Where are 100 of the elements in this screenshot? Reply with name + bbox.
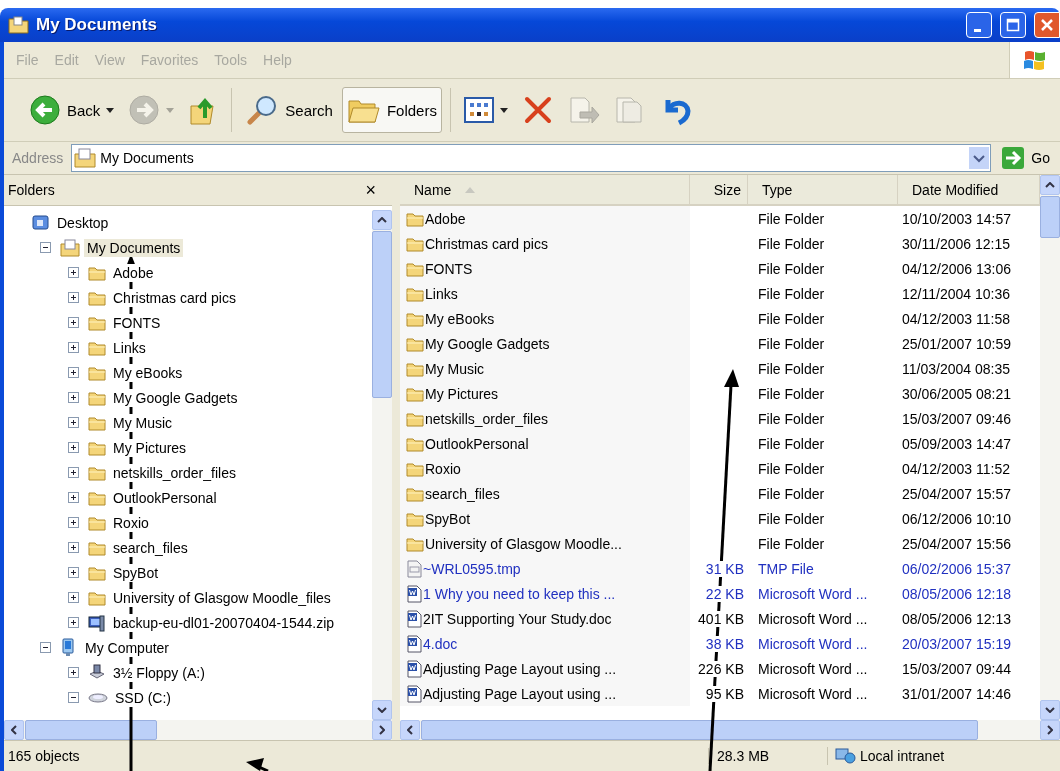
- word-document-icon: [406, 609, 422, 628]
- column-header[interactable]: Size: [690, 175, 748, 204]
- scroll-left-icon[interactable]: [407, 725, 413, 735]
- move-to-folder-icon: [567, 94, 600, 126]
- total-size: 28.3 MB: [708, 748, 827, 764]
- date-modified: 30/06/2005 08:21: [902, 385, 1011, 402]
- scroll-up-icon[interactable]: [377, 217, 387, 223]
- scroll-thumb[interactable]: [421, 720, 978, 740]
- date-modified: 20/03/2007 15:19: [902, 635, 1011, 652]
- date-modified: 08/05/2006 12:18: [902, 585, 1011, 602]
- expand-icon[interactable]: [67, 317, 79, 328]
- expand-icon[interactable]: [67, 517, 79, 528]
- scroll-thumb[interactable]: [25, 720, 157, 740]
- file-name[interactable]: FONTS: [425, 260, 473, 277]
- scroll-down-icon[interactable]: [377, 707, 387, 713]
- minimize-button[interactable]: [966, 12, 992, 38]
- folder-icon: [406, 485, 424, 502]
- desktop-icon: [32, 213, 50, 232]
- expand-icon[interactable]: [67, 267, 79, 278]
- scroll-thumb[interactable]: [372, 231, 392, 398]
- address-label: Address: [11, 150, 65, 166]
- folder-icon: [406, 435, 424, 452]
- file-type: File Folder: [758, 435, 825, 452]
- address-field[interactable]: My Documents: [71, 144, 992, 172]
- file-name[interactable]: 4.doc: [423, 635, 458, 652]
- file-type: File Folder: [758, 485, 825, 502]
- scroll-thumb[interactable]: [1040, 196, 1060, 238]
- folders-button[interactable]: Folders: [341, 87, 442, 133]
- tree-item[interactable]: SpyBot: [110, 563, 162, 582]
- expand-icon[interactable]: [67, 342, 79, 353]
- date-modified: 04/12/2003 11:52: [902, 460, 1010, 477]
- folder-icon: [406, 360, 424, 377]
- file-name[interactable]: My eBooks: [425, 310, 495, 327]
- folder-icon: [88, 514, 106, 531]
- date-modified: 10/10/2003 14:57: [902, 210, 1011, 227]
- folder-icon: [406, 535, 424, 552]
- date-modified: 15/03/2007 09:46: [902, 410, 1011, 427]
- close-button[interactable]: ×: [353, 181, 388, 199]
- file-type: File Folder: [758, 235, 825, 252]
- expand-icon[interactable]: [67, 292, 79, 303]
- back-button[interactable]: Back: [24, 87, 120, 133]
- date-modified: 25/04/2007 15:57: [902, 485, 1011, 502]
- date-modified: 31/01/2007 14:46: [902, 685, 1011, 702]
- go-button[interactable]: Go: [995, 146, 1056, 170]
- file-name[interactable]: SpyBot: [425, 510, 471, 527]
- tree-item[interactable]: My Documents: [84, 238, 184, 257]
- expand-icon[interactable]: [67, 467, 79, 478]
- vertical-scrollbar[interactable]: [1040, 175, 1060, 720]
- folder-icon: [406, 210, 424, 227]
- horizontal-scrollbar[interactable]: [400, 720, 1060, 740]
- expand-icon[interactable]: [67, 667, 79, 678]
- tree-item[interactable]: Christmas card pics: [110, 288, 239, 307]
- file-size: 38 KB: [705, 635, 744, 652]
- folder-icon: [88, 339, 106, 356]
- folder-icon: [406, 385, 424, 402]
- file-name[interactable]: Links: [425, 285, 458, 302]
- expand-icon[interactable]: [67, 542, 79, 553]
- close-button[interactable]: [1034, 12, 1060, 38]
- file-name[interactable]: My Music: [425, 360, 485, 377]
- scroll-right-icon[interactable]: [1047, 725, 1053, 735]
- column-header[interactable]: Name: [400, 175, 690, 204]
- expand-icon[interactable]: [67, 592, 79, 603]
- expand-icon[interactable]: [67, 567, 79, 578]
- tree-item[interactable]: search_files: [110, 538, 191, 557]
- expand-icon[interactable]: [67, 442, 79, 453]
- scroll-up-icon[interactable]: [1045, 182, 1055, 188]
- expand-icon[interactable]: [67, 492, 79, 503]
- collapse-icon[interactable]: [67, 692, 79, 703]
- file-type: File Folder: [758, 535, 825, 552]
- date-modified: 04/12/2006 13:06: [902, 260, 1011, 277]
- folder-icon: [406, 460, 424, 477]
- file-name[interactable]: search_files: [425, 485, 500, 502]
- file-name[interactable]: My Pictures: [425, 385, 499, 402]
- scroll-left-icon[interactable]: [11, 725, 17, 735]
- file-name[interactable]: Adobe: [425, 210, 466, 227]
- expand-icon[interactable]: [67, 617, 79, 628]
- scroll-right-icon[interactable]: [379, 725, 385, 735]
- tree-item[interactable]: netskills_order_files: [110, 463, 239, 482]
- expand-icon[interactable]: [67, 417, 79, 428]
- date-modified: 11/03/2004 08:35: [902, 360, 1010, 377]
- expand-icon[interactable]: [67, 392, 79, 403]
- search-button[interactable]: Search: [240, 87, 338, 133]
- date-modified: 06/02/2006 15:37: [902, 560, 1011, 577]
- vertical-scrollbar[interactable]: [372, 210, 392, 720]
- maximize-button[interactable]: [1000, 12, 1026, 38]
- file-name[interactable]: Roxio: [425, 460, 461, 477]
- column-header[interactable]: Type: [748, 175, 898, 204]
- folder-icon: [406, 235, 424, 252]
- collapse-icon[interactable]: [39, 242, 51, 253]
- file-type: Microsoft Word ...: [758, 635, 868, 652]
- expand-icon[interactable]: [67, 367, 79, 378]
- file-type: File Folder: [758, 385, 825, 402]
- views-grid-icon: [463, 97, 494, 123]
- horizontal-scrollbar[interactable]: [4, 720, 392, 740]
- window-title: My Documents: [36, 15, 157, 35]
- scroll-down-icon[interactable]: [1045, 707, 1055, 713]
- dropdown-icon[interactable]: [969, 147, 990, 169]
- collapse-icon[interactable]: [39, 642, 51, 653]
- date-modified: 25/04/2007 15:56: [902, 535, 1011, 552]
- folder-icon: [88, 589, 106, 606]
